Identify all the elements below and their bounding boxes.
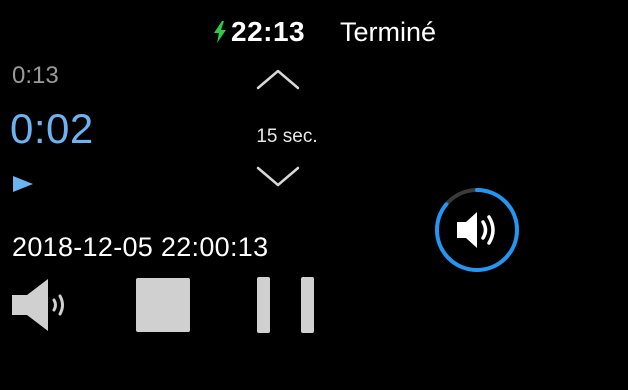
current-time: 0:02 (10, 105, 94, 152)
pause-bar-left (257, 277, 270, 333)
status-time: 22:13 (231, 16, 306, 47)
pause-bar-right (301, 277, 314, 333)
pause-button[interactable] (257, 277, 315, 333)
volume-button[interactable] (433, 186, 521, 274)
recording-date: 2018-12-05 22:00:13 (12, 232, 269, 262)
speaker-button[interactable] (12, 277, 74, 333)
speaker-wave-icon (457, 212, 495, 248)
stop-button[interactable] (136, 278, 190, 332)
skip-interval-label: 15 sec. (256, 126, 318, 147)
chevron-up-icon[interactable] (256, 68, 300, 90)
speaker-icon (12, 279, 64, 331)
done-button[interactable]: Terminé (340, 17, 436, 48)
bolt-icon (214, 21, 226, 43)
elapsed-time: 0:13 (12, 62, 59, 89)
play-triangle-icon (13, 176, 33, 192)
chevron-down-icon[interactable] (256, 166, 300, 188)
status-bar (0, 10, 628, 50)
